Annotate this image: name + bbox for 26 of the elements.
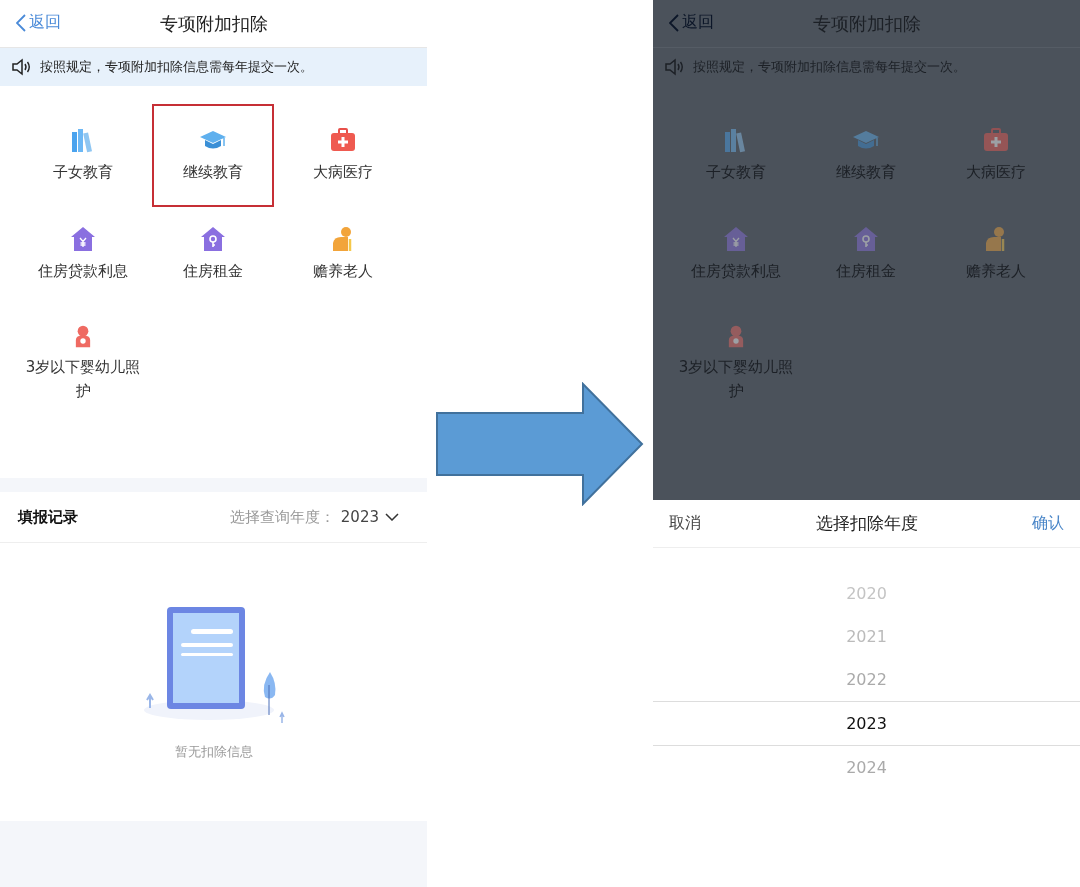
medical-kit-icon: [329, 126, 357, 154]
speaker-icon: [665, 58, 685, 76]
back-chevron-icon: [16, 13, 26, 32]
notice-text: 按照规定，专项附加扣除信息需每年提交一次。: [40, 58, 313, 76]
picker-title: 选择扣除年度: [815, 512, 918, 535]
year-option[interactable]: 2022: [653, 658, 1080, 701]
back-button[interactable]: 返回: [16, 12, 61, 33]
empty-message: 暂无扣除信息: [174, 743, 253, 761]
category-item[interactable]: 继续教育: [152, 104, 274, 207]
year-option[interactable]: 2023: [653, 701, 1080, 746]
section-title: 填报记录: [18, 507, 78, 527]
year-dropdown[interactable]: 选择查询年度： 2023: [229, 507, 399, 527]
cancel-button[interactable]: 取消: [669, 513, 701, 534]
house-icon: [69, 225, 97, 253]
back-chevron-icon: [669, 13, 679, 32]
house-icon: [852, 225, 880, 253]
confirm-button[interactable]: 确认: [1032, 513, 1064, 534]
house-icon: [722, 225, 750, 253]
year-option[interactable]: 2021: [653, 615, 1080, 658]
house-icon: [199, 225, 227, 253]
year-option[interactable]: 2024: [653, 746, 1080, 789]
medical-kit-icon: [982, 126, 1010, 154]
back-button[interactable]: 返回: [669, 12, 714, 33]
chevron-down-icon: [385, 513, 399, 521]
speaker-icon: [12, 58, 32, 76]
page-title: 专项附加扣除: [159, 11, 268, 36]
